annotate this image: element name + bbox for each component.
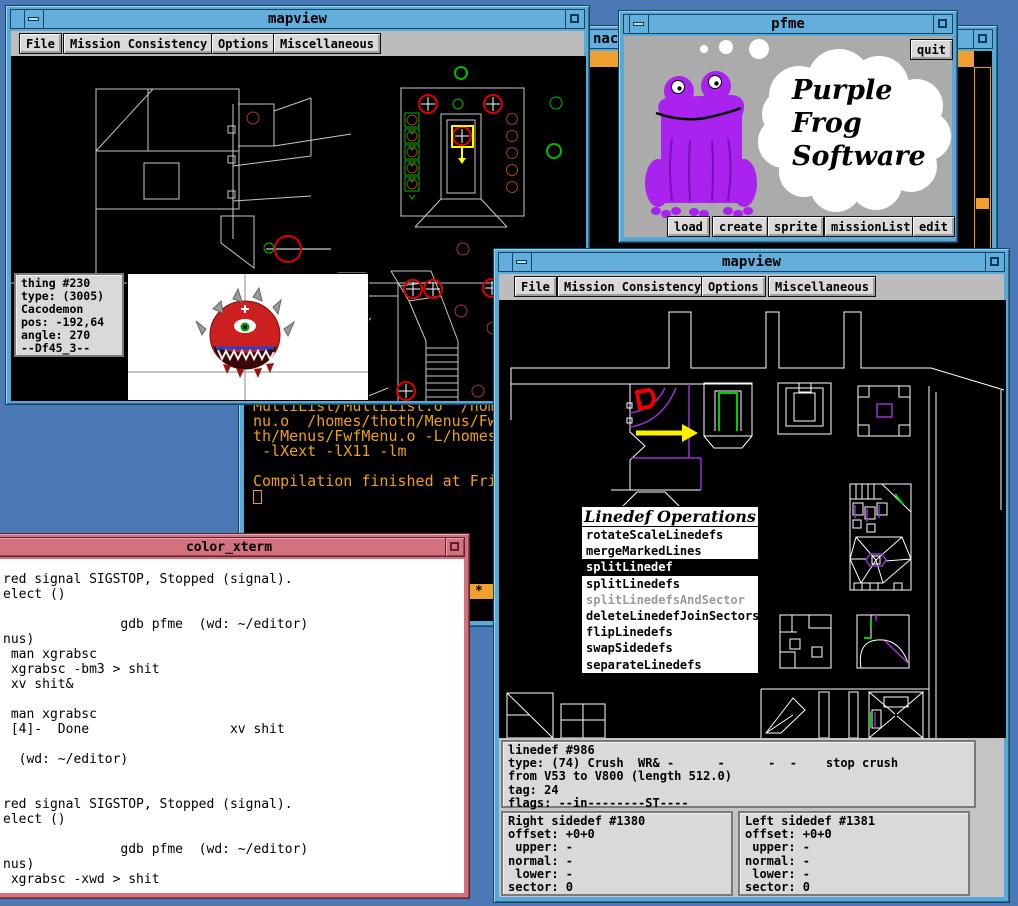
thing-info-text: thing #230 type: (3005) Cacodemon pos: -… <box>16 275 122 357</box>
menu-item-swapsidedefs[interactable]: swapSidedefs <box>582 640 758 656</box>
create-button[interactable]: create <box>712 216 769 237</box>
minimize-icon[interactable] <box>512 252 532 272</box>
mapview2-window: mapview File Mission Consistency Options… <box>493 248 1010 903</box>
pfme-title: pfme <box>771 16 805 32</box>
sprite-preview-panel <box>127 273 369 401</box>
menu-item-splitlinedef[interactable]: splitLinedef <box>582 559 758 575</box>
xterm-window: color_xterm red signal SIGSTOP, Stopped … <box>0 533 470 899</box>
mapview2-menubar: File Mission Consistency Options Miscell… <box>499 274 1004 300</box>
maximize-icon[interactable] <box>973 29 993 49</box>
maximize-icon[interactable] <box>933 14 953 34</box>
thing-info-panel: thing #230 type: (3005) Cacodemon pos: -… <box>14 273 124 357</box>
terminal-output[interactable]: red signal SIGSTOP, Stopped (signal). el… <box>3 572 308 887</box>
pfme-window: pfme <box>618 10 958 243</box>
xterm-body[interactable]: red signal SIGSTOP, Stopped (signal). el… <box>0 559 464 893</box>
mapview1-titlebar[interactable]: mapview <box>10 9 585 29</box>
right-sidedef-panel: Right sidedef #1380 offset: +0+0 upper: … <box>501 811 733 896</box>
minimize-icon[interactable] <box>24 9 44 29</box>
linedef-operations-menu: Linedef Operations rotateScaleLinedefs m… <box>581 506 759 674</box>
missionlist-button[interactable]: missionList <box>824 216 917 237</box>
menu-options[interactable]: Options <box>701 276 766 297</box>
pfme-body: Purple Frog Software quit load create sp… <box>624 36 952 237</box>
emacs-cursor <box>253 490 262 504</box>
left-sidedef-panel: Left sidedef #1381 offset: +0+0 upper: -… <box>738 811 970 896</box>
maximize-icon[interactable] <box>985 252 1005 272</box>
menu-mission-consistency[interactable]: Mission Consistency <box>557 276 708 297</box>
emacs-modeline-star: * <box>475 584 483 599</box>
linedef-operations-title: Linedef Operations <box>582 507 758 527</box>
emacs-compile-output: MultiList/MultiList.o /hom nu.o /homes/t… <box>253 399 497 489</box>
mapview2-body: File Mission Consistency Options Miscell… <box>499 274 1004 897</box>
maximize-icon[interactable] <box>565 9 585 29</box>
sprite-button[interactable]: sprite <box>767 216 824 237</box>
mapview2-titlebar[interactable]: mapview <box>498 252 1005 272</box>
menu-miscellaneous[interactable]: Miscellaneous <box>768 276 876 297</box>
bubble-text: Purple Frog Software <box>792 74 926 173</box>
menu-item-fliplinedefs[interactable]: flipLinedefs <box>582 624 758 640</box>
edit-button[interactable]: edit <box>912 216 955 237</box>
scrollbar-thumb[interactable] <box>976 198 989 209</box>
pfme-titlebar[interactable]: pfme <box>623 14 953 34</box>
xterm-title: color_xterm <box>186 540 272 555</box>
menu-item-splitlinedefsandsector: splitLinedefsAndSector <box>582 592 758 608</box>
menu-options[interactable]: Options <box>211 33 276 54</box>
map2-area[interactable]: Linedef Operations rotateScaleLinedefs m… <box>499 300 1006 738</box>
xterm-titlebar[interactable]: color_xterm <box>0 537 465 557</box>
menu-item-separatelinedefs[interactable]: separateLinedefs <box>582 657 758 673</box>
right-sidedef-text: Right sidedef #1380 offset: +0+0 upper: … <box>503 813 731 896</box>
mapview1-title: mapview <box>268 11 327 27</box>
menu-mission-consistency[interactable]: Mission Consistency <box>63 33 214 54</box>
left-sidedef-text: Left sidedef #1381 offset: +0+0 upper: -… <box>740 813 968 896</box>
menu-item-deletelinedefjoinsectors[interactable]: deleteLinedefJoinSectors <box>582 608 758 624</box>
menu-file[interactable]: File <box>514 276 557 297</box>
mapview2-title: mapview <box>722 254 781 270</box>
maximize-icon[interactable] <box>445 537 465 557</box>
purple-frog-graphic <box>644 61 764 221</box>
quit-button[interactable]: quit <box>910 39 953 60</box>
menu-item-mergemarkedlines[interactable]: mergeMarkedLines <box>582 543 758 559</box>
menu-item-rotatescalelinedefs[interactable]: rotateScaleLinedefs <box>582 527 758 543</box>
mapview1-menubar: File Mission Consistency Options Miscell… <box>11 31 584 56</box>
linedef-info-text: linedef #986 type: (74) Crush WR& - - - … <box>503 742 974 812</box>
linedef-info-panel: linedef #986 type: (74) Crush WR& - - - … <box>501 740 976 808</box>
menu-miscellaneous[interactable]: Miscellaneous <box>273 33 381 54</box>
menu-file[interactable]: File <box>19 33 62 54</box>
load-button[interactable]: load <box>667 216 710 237</box>
minimize-icon[interactable] <box>629 14 649 34</box>
cacodemon-sprite <box>128 274 368 400</box>
menu-item-splitlinedefs[interactable]: splitLinedefs <box>582 576 758 592</box>
